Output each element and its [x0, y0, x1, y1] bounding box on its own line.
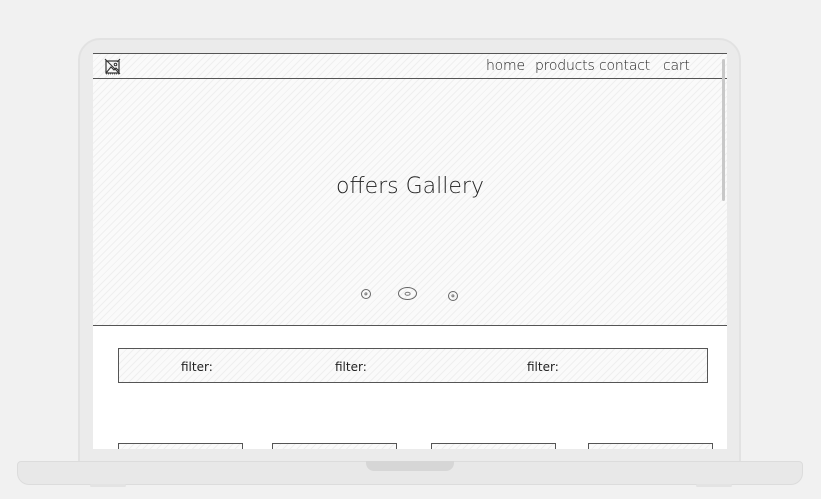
product-card-3[interactable]	[431, 443, 556, 449]
nav-link-home[interactable]: home	[486, 58, 525, 74]
filter-3[interactable]: filter:	[527, 360, 559, 374]
image-placeholder-icon[interactable]	[104, 58, 122, 76]
carousel-dot-2[interactable]	[398, 287, 417, 300]
hero-carousel: offers Gallery	[93, 79, 727, 326]
laptop-foot-right	[696, 484, 732, 487]
carousel-dot-1[interactable]	[361, 289, 371, 299]
filter-2[interactable]: filter:	[335, 360, 367, 374]
nav-link-products[interactable]: products	[535, 58, 595, 74]
filter-1[interactable]: filter:	[181, 360, 213, 374]
nav-link-contact[interactable]: contact	[599, 58, 650, 74]
laptop-notch	[366, 461, 454, 471]
product-card-1[interactable]	[118, 443, 243, 449]
screen: home products contact cart offers Galler…	[93, 53, 727, 449]
scrollbar[interactable]	[722, 59, 725, 201]
laptop-foot-left	[90, 484, 126, 487]
filter-bar: filter: filter: filter:	[118, 348, 708, 383]
nav-link-cart[interactable]: cart	[663, 58, 690, 74]
carousel-dot-3[interactable]	[448, 291, 458, 301]
navbar: home products contact cart	[93, 53, 727, 79]
product-card-2[interactable]	[272, 443, 397, 449]
hero-title: offers Gallery	[335, 174, 484, 199]
product-card-4[interactable]	[588, 443, 713, 449]
